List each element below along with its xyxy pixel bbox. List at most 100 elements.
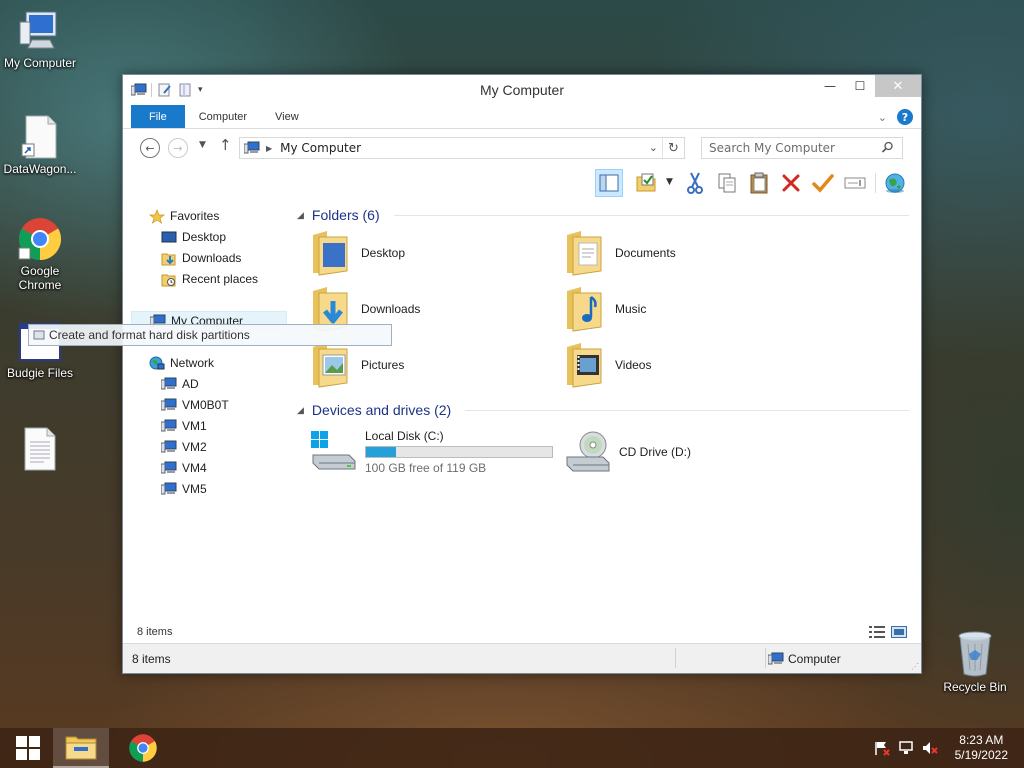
tab-computer[interactable]: Computer [185, 105, 261, 128]
nav-item-vm2[interactable]: VM2 [160, 437, 207, 457]
copy-icon[interactable] [713, 169, 741, 197]
folder-music[interactable]: Music [563, 285, 646, 333]
collapse-icon: ◢ [297, 209, 304, 220]
desktop-icon-google-chrome[interactable]: Google Chrome [0, 216, 80, 292]
star-icon [148, 209, 166, 224]
nav-item-label: AD [182, 377, 199, 391]
address-bar[interactable]: ▶ My Computer ⌄ ↻ [239, 137, 685, 159]
hard-drive-icon [309, 429, 357, 473]
cut-icon[interactable] [681, 169, 709, 197]
start-button[interactable] [0, 728, 56, 768]
drive-label: Local Disk (C:) [365, 429, 444, 443]
drive-usage-fill [366, 447, 396, 457]
maximize-button[interactable]: ☐ [845, 75, 875, 97]
nav-network[interactable]: Network [149, 353, 214, 373]
nav-item-vm5[interactable]: VM5 [160, 479, 207, 499]
nav-item-desktop[interactable]: Desktop [161, 227, 226, 247]
network-tray-icon[interactable] [898, 740, 914, 756]
preview-pane-button[interactable] [595, 169, 623, 197]
drives-group-header[interactable]: ◢ Devices and drives (2) [297, 402, 909, 418]
folder-videos[interactable]: Videos [563, 341, 651, 389]
resize-grip-icon[interactable]: ⋰ [911, 662, 919, 671]
status-zone: Computer [788, 652, 841, 666]
recent-locations-icon[interactable]: ▼ [199, 140, 206, 150]
minimize-button[interactable]: — [815, 75, 845, 97]
properties-dropdown-icon[interactable]: ▼ [666, 177, 673, 187]
nav-item-vm0b0t[interactable]: VM0B0T [160, 395, 229, 415]
nav-item-downloads[interactable]: Downloads [161, 248, 241, 268]
title-bar[interactable]: ▾ My Computer — ☐ ✕ [123, 75, 921, 105]
search-input[interactable]: Search My Computer [709, 141, 835, 155]
folder-documents[interactable]: Documents [563, 229, 676, 277]
properties-button[interactable] [633, 169, 661, 197]
desktop-icon-label: Recycle Bin [943, 680, 1007, 694]
nav-item-vm4[interactable]: VM4 [160, 458, 207, 478]
close-button[interactable]: ✕ [875, 75, 921, 97]
clock-time: 8:23 AM [959, 733, 1004, 747]
delete-icon[interactable] [777, 169, 805, 197]
help-icon[interactable]: ? [897, 109, 913, 125]
desktop-icon-my-computer[interactable]: My Computer [0, 8, 80, 70]
search-icon[interactable] [881, 141, 894, 157]
windows-logo-icon [16, 736, 40, 760]
nav-item-ad[interactable]: AD [160, 374, 199, 394]
tab-view[interactable]: View [261, 105, 313, 128]
desktop-icon-recycle-bin[interactable]: Recycle Bin [935, 630, 1015, 694]
globe-icon[interactable] [881, 169, 909, 197]
tooltip-text: Create and format hard disk partitions [49, 328, 250, 342]
drive-free-text: 100 GB free of 119 GB [365, 461, 487, 475]
breadcrumb-my-computer[interactable]: My Computer [280, 141, 361, 155]
system-clock[interactable]: 8:23 AM 5/19/2022 [955, 733, 1008, 763]
refresh-button[interactable]: ↻ [662, 138, 684, 158]
nav-favorites-label: Favorites [170, 209, 220, 223]
disk-management-icon [33, 329, 45, 344]
group-title: Devices and drives (2) [311, 402, 452, 418]
nav-item-label: VM5 [182, 482, 207, 496]
music-folder-icon [563, 285, 607, 333]
status-divider [765, 648, 766, 668]
rename-icon[interactable] [841, 169, 869, 197]
back-button[interactable]: ← [140, 138, 160, 158]
pictures-folder-icon [309, 341, 353, 389]
folder-label: Videos [615, 358, 652, 372]
computer-small-icon [767, 652, 784, 669]
large-icons-view-icon[interactable] [891, 626, 907, 641]
up-button[interactable]: ↑ [219, 136, 232, 154]
forward-button[interactable]: → [168, 138, 188, 158]
status-divider [675, 648, 676, 668]
folder-label: Downloads [361, 302, 421, 316]
nav-item-recent-places[interactable]: Recent places [161, 269, 258, 289]
group-divider [393, 214, 909, 216]
folder-pictures[interactable]: Pictures [309, 341, 404, 389]
downloads-icon [161, 251, 177, 266]
folder-desktop[interactable]: Desktop [309, 229, 405, 277]
nav-favorites[interactable]: Favorites [148, 206, 220, 226]
nav-item-label: Downloads [182, 251, 242, 265]
text-file-icon [22, 426, 58, 472]
item-count: 8 items [137, 626, 173, 638]
explorer-window: ▾ My Computer — ☐ ✕ File Computer View ⌄… [122, 74, 922, 674]
volume-muted-icon[interactable] [922, 740, 938, 756]
expand-ribbon-icon[interactable]: ⌄ [878, 111, 887, 124]
checkmark-icon[interactable] [809, 169, 837, 197]
search-box[interactable]: Search My Computer [701, 137, 903, 159]
folders-group-header[interactable]: ◢ Folders (6) [297, 207, 909, 223]
folder-label: Documents [615, 246, 676, 260]
action-center-flag-icon[interactable] [874, 740, 890, 756]
details-view-icon[interactable] [869, 626, 885, 641]
address-dropdown-icon[interactable]: ⌄ [649, 141, 658, 154]
paste-icon[interactable] [745, 169, 773, 197]
taskbar-chrome[interactable] [115, 728, 171, 768]
drive-local-disk-c[interactable]: Local Disk (C:) 100 GB free of 119 GB [309, 429, 553, 475]
nav-item-vm1[interactable]: VM1 [160, 416, 207, 436]
tab-file[interactable]: File [131, 105, 185, 128]
drive-cd-d[interactable]: CD Drive (D:) [563, 429, 691, 475]
network-icon [149, 356, 165, 370]
taskbar-file-explorer[interactable] [53, 728, 109, 768]
desktop-icon-label: Budgie Files [6, 366, 74, 380]
folder-label: Pictures [361, 358, 405, 372]
desktop-icon-text-file[interactable] [0, 426, 80, 474]
content-pane: ◢ Folders (6) Desktop Documents Download… [297, 203, 917, 613]
desktop-folder-icon [309, 229, 353, 277]
desktop-icon-datawagon[interactable]: DataWagon... [0, 114, 80, 176]
